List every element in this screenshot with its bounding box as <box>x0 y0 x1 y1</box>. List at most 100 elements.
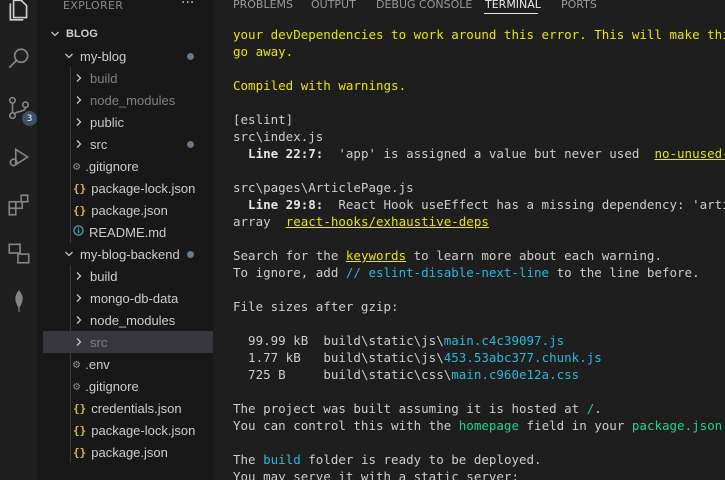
file-package-lock-json[interactable]: {} package-lock.json <box>43 177 213 199</box>
file-size-row: 99.99 kB build\static\js\main.c4c39097.j… <box>233 332 564 349</box>
tree-item-label: README.md <box>89 224 167 240</box>
tree-item-label: src <box>90 334 108 350</box>
tab-problems[interactable]: PROBLEMS <box>233 0 293 11</box>
folder-public[interactable]: public <box>43 111 213 133</box>
file-size-row: 1.77 kB build\static\js\453.53abc377.chu… <box>233 349 602 366</box>
tree-item-label: src <box>90 136 108 152</box>
explorer-sidebar: EXPLORER ··· BLOG my-blog build node_module… <box>37 0 213 480</box>
file-gitignore[interactable]: ⚙ .gitignore <box>43 155 213 177</box>
extensions-icon[interactable] <box>4 190 34 220</box>
tree-item-label: my-blog <box>80 48 127 64</box>
chevron-right-icon <box>73 314 85 326</box>
chevron-down-icon <box>63 248 75 260</box>
folder-node-modules[interactable]: node_modules <box>43 309 213 331</box>
tree-item-label: BLOG <box>66 28 98 40</box>
modified-dot-icon <box>187 251 194 258</box>
chevron-right-icon <box>73 94 85 106</box>
tree-item-label: public <box>90 114 124 130</box>
gear-icon: ⚙ <box>73 159 81 173</box>
tab-output[interactable]: OUTPUT <box>311 0 356 11</box>
file-readme-md[interactable]: README.md <box>43 221 213 243</box>
json-icon: {} <box>73 203 87 217</box>
info-icon <box>73 225 84 239</box>
more-actions-icon[interactable]: ··· <box>181 0 194 11</box>
json-icon: {} <box>73 401 87 415</box>
text: Search for the <box>233 248 346 263</box>
text: folder is ready to be deployed. <box>300 452 542 467</box>
line-number: Line 29:8: <box>233 197 324 212</box>
file-package-json[interactable]: {} package.json <box>43 199 213 221</box>
tree-item-label: build <box>90 268 118 284</box>
file-package-json[interactable]: {} package.json <box>43 441 213 463</box>
tree-item-label: package-lock.json <box>91 180 196 196</box>
active-tab-indicator <box>484 13 538 14</box>
text: The project was built assuming it is hos… <box>233 401 587 416</box>
tab-terminal[interactable]: TERMINAL <box>485 0 541 11</box>
file-name: main.c960e12a.css <box>451 367 580 382</box>
search-icon[interactable] <box>4 44 34 74</box>
file-env[interactable]: ⚙ .env <box>43 353 213 375</box>
terminal-output[interactable]: your devDependencies to work around this… <box>233 26 725 480</box>
rule-link[interactable]: react-hooks/exhaustive-deps <box>286 214 489 229</box>
tab-debug-console[interactable]: DEBUG CONSOLE <box>376 0 472 11</box>
file-size: 725 B <box>233 367 324 382</box>
rule-link[interactable]: no-unused-vars <box>654 146 725 161</box>
terminal-line: src\index.js <box>233 129 324 144</box>
tree-item-label: .gitignore <box>85 158 139 174</box>
terminal-line: To ignore, add // eslint-disable-next-li… <box>233 264 700 281</box>
tab-ports[interactable]: PORTS <box>561 0 597 11</box>
text: . <box>594 401 602 416</box>
text: To ignore, add <box>233 265 346 280</box>
explorer-header: EXPLORER ··· <box>37 0 213 14</box>
json-icon: {} <box>73 181 87 195</box>
text: You can control this with the <box>233 418 459 433</box>
text: to the line before. <box>549 265 700 280</box>
folder-src[interactable]: src <box>43 133 213 155</box>
folder-build[interactable]: build <box>43 67 213 89</box>
terminal-line: src\pages\ArticlePage.js <box>233 180 414 195</box>
terminal-line: go away. <box>233 44 294 59</box>
build-keyword: build <box>263 452 301 467</box>
file-size-row: 725 B build\static\css\main.c960e12a.css <box>233 366 579 383</box>
json-icon: {} <box>73 445 87 459</box>
folder-node-modules[interactable]: node_modules <box>43 89 213 111</box>
eslint-comment: // eslint-disable-next-line <box>345 265 550 280</box>
folder-my-blog-backend[interactable]: my-blog-backend <box>43 243 213 265</box>
terminal-line: Search for the keywords to learn more ab… <box>233 247 662 264</box>
folder-build[interactable]: build <box>43 265 213 287</box>
json-icon: {} <box>73 423 87 437</box>
modified-dot-icon <box>187 141 194 148</box>
folder-blog[interactable]: BLOG <box>43 23 213 45</box>
tree-item-label: mongo-db-data <box>90 290 179 306</box>
file-name: main.c4c39097.js <box>443 333 565 348</box>
mongodb-leaf-icon[interactable] <box>4 286 34 316</box>
file-package-lock-json[interactable]: {} package-lock.json <box>43 419 213 441</box>
terminal-line: The project was built assuming it is hos… <box>233 400 602 417</box>
folder-src[interactable]: src <box>43 331 213 353</box>
file-credentials-json[interactable]: {} credentials.json <box>43 397 213 419</box>
source-control-badge: 3 <box>22 111 37 126</box>
terminal-line: You can control this with the homepage f… <box>233 417 725 434</box>
source-control-icon[interactable]: 3 <box>4 93 37 126</box>
remote-explorer-icon[interactable] <box>4 238 34 268</box>
terminal-line: Compiled with warnings. <box>233 78 407 93</box>
folder-mongo-db-data[interactable]: mongo-db-data <box>43 287 213 309</box>
files-icon[interactable] <box>4 0 34 25</box>
gear-icon: ⚙ <box>73 379 81 393</box>
chevron-down-icon <box>49 28 61 40</box>
keywords-link[interactable]: keywords <box>346 248 406 263</box>
tree-item-label: .gitignore <box>85 378 139 394</box>
homepage-keyword: homepage <box>458 418 519 433</box>
tree-item-label: credentials.json <box>91 400 182 416</box>
modified-dot-icon <box>187 53 194 60</box>
tree-item-label: package.json <box>91 202 168 218</box>
terminal-line: Line 22:7: 'app' is assigned a value but… <box>233 145 725 162</box>
chevron-right-icon <box>73 138 85 150</box>
file-gitignore[interactable]: ⚙ .gitignore <box>43 375 213 397</box>
folder-my-blog[interactable]: my-blog <box>43 45 213 67</box>
tree-item-label: package-lock.json <box>91 422 196 438</box>
file-name: 453.53abc377.chunk.js <box>443 350 602 365</box>
run-debug-icon[interactable] <box>4 142 34 172</box>
file-size: 99.99 kB <box>233 333 324 348</box>
tree-item-label: my-blog-backend <box>80 246 180 262</box>
